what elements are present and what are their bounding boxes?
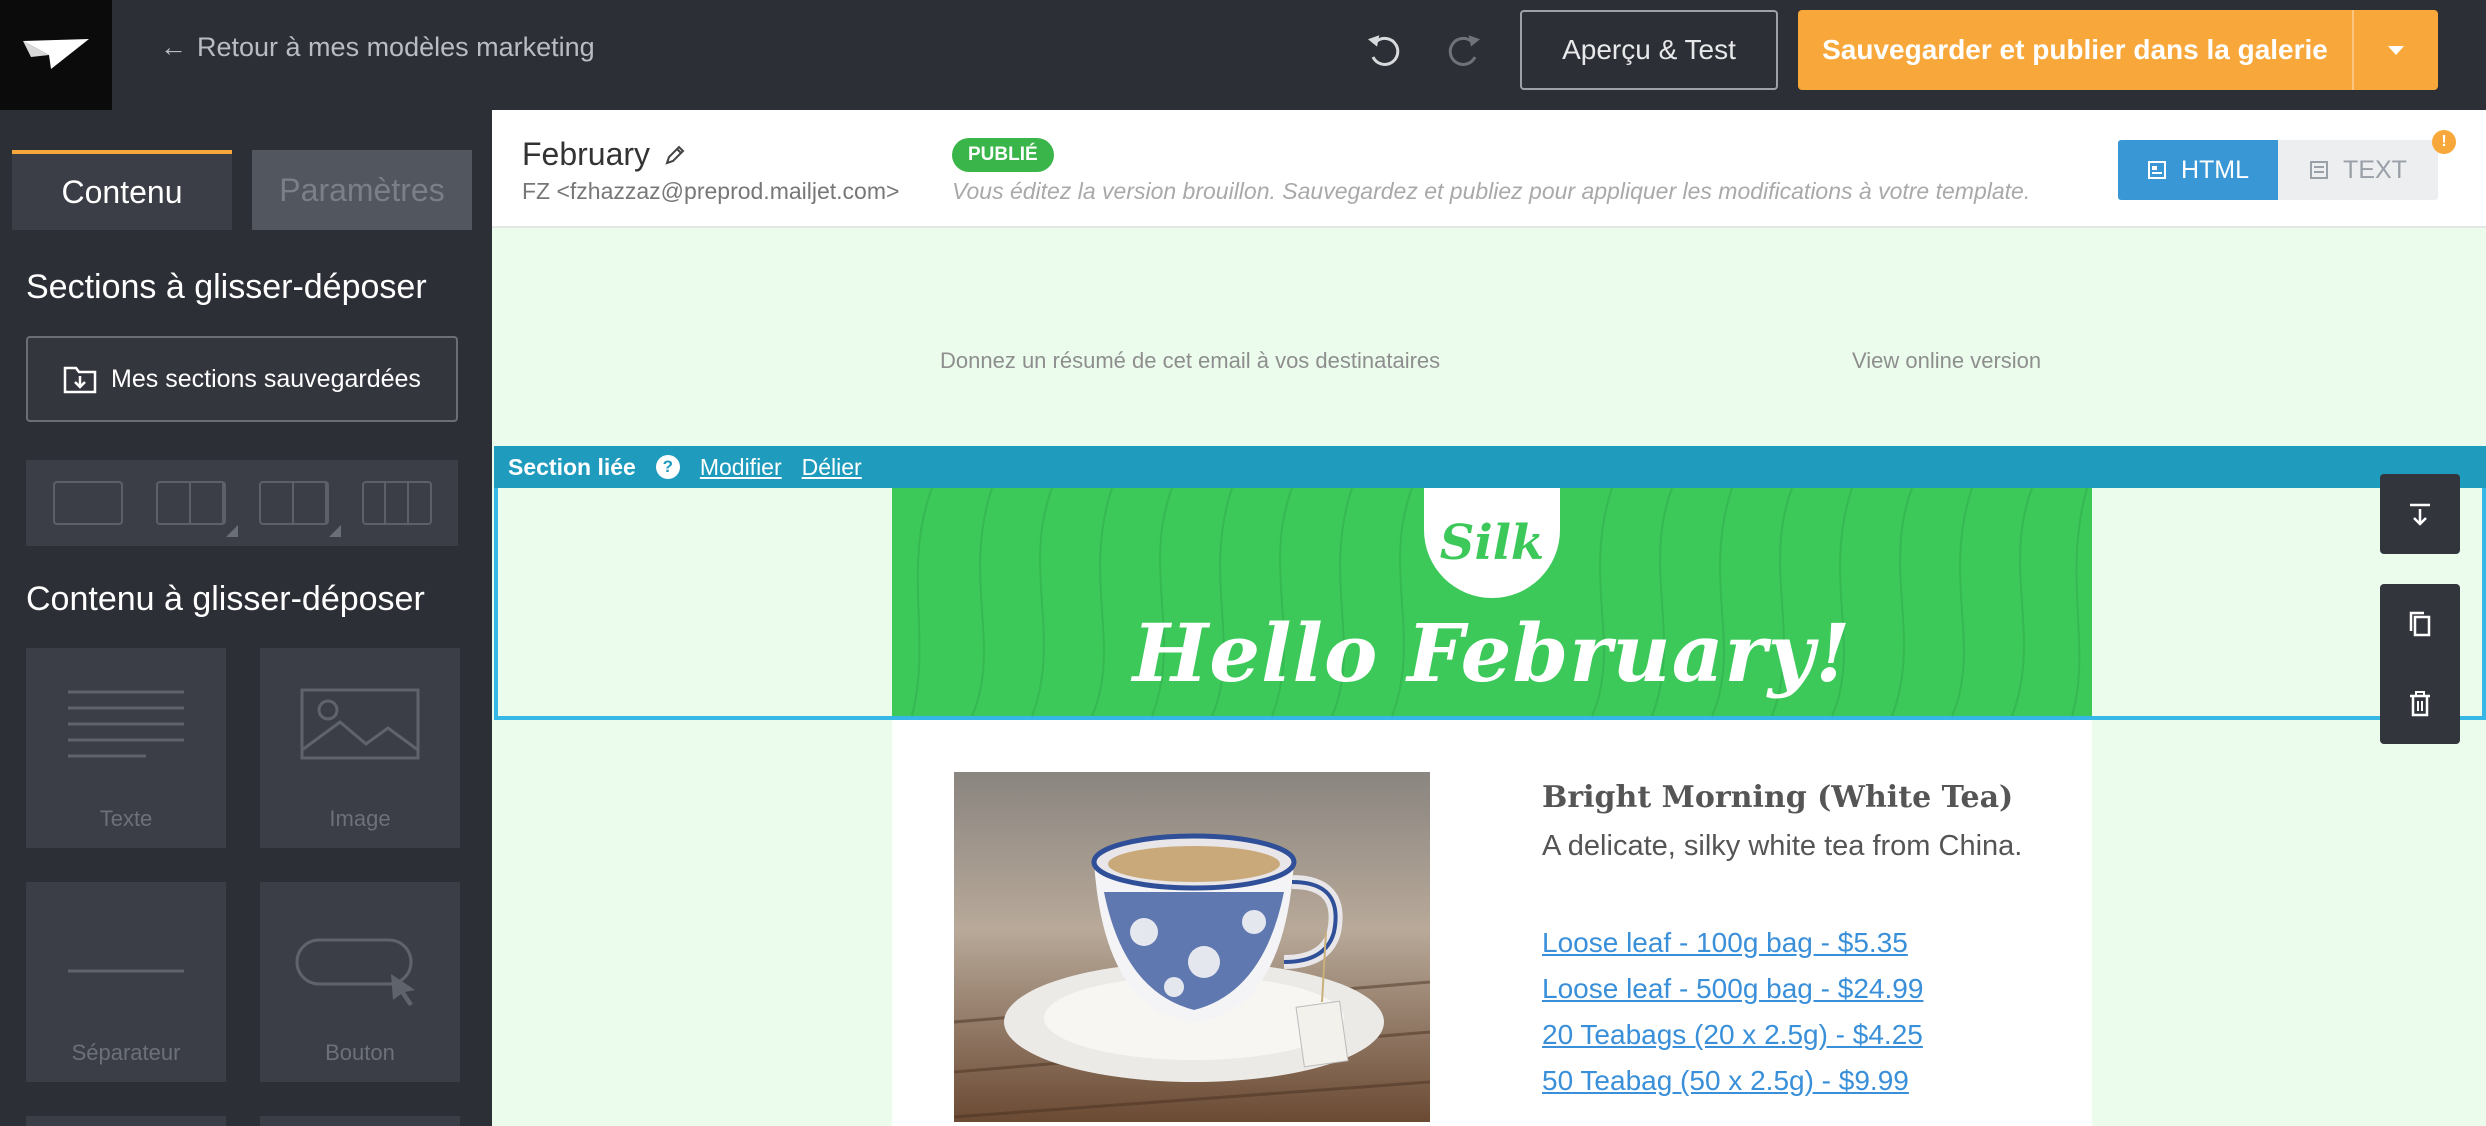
product-link[interactable]: 50 Teabag (50 x 2.5g) - $9.99 xyxy=(1542,1058,1923,1104)
format-html-button[interactable]: HTML xyxy=(2118,140,2278,200)
section-layouts xyxy=(26,460,458,546)
button-block-icon xyxy=(295,938,415,1006)
editor-header: February FZ <fzhazzaz@preprod.mailjet.co… xyxy=(492,110,2486,228)
layout-one-column[interactable] xyxy=(52,481,123,525)
button-block[interactable]: Bouton xyxy=(260,882,460,1082)
save-publish-button[interactable]: Sauvegarder et publier dans la galerie xyxy=(1798,10,2438,90)
image-block-icon xyxy=(300,688,420,760)
product-link[interactable]: Loose leaf - 100g bag - $5.35 xyxy=(1542,920,1923,966)
preview-test-button[interactable]: Aperçu & Test xyxy=(1520,10,1778,90)
text-block-label: Texte xyxy=(99,806,153,831)
sidebar: Contenu Paramètres Sections à glisser-dé… xyxy=(0,110,492,1126)
linked-section-bar: Section liée ? Modifier Délier xyxy=(494,446,2486,488)
product-description: A delicate, silky white tea from China. xyxy=(1542,830,2023,862)
html-doc-icon xyxy=(2147,161,2166,179)
divider-block-label: Séparateur xyxy=(71,1040,181,1065)
image-block-label: Image xyxy=(329,806,391,831)
saved-sections-label: Mes sections sauvegardées xyxy=(111,364,421,393)
format-text-label: TEXT xyxy=(2343,155,2407,184)
save-publish-label[interactable]: Sauvegarder et publier dans la galerie xyxy=(1798,10,2352,90)
pencil-icon[interactable] xyxy=(664,144,686,166)
undo-icon xyxy=(1367,35,1400,66)
redo-icon xyxy=(1448,35,1481,66)
image-block[interactable]: Image xyxy=(260,648,460,848)
divider-block-icon xyxy=(68,969,184,973)
format-text-button[interactable]: TEXT xyxy=(2278,140,2438,200)
linked-section-label: Section liée xyxy=(508,453,636,480)
delete-section-button[interactable] xyxy=(2380,664,2460,744)
format-html-label: HTML xyxy=(2180,155,2250,184)
subject-field[interactable]: February xyxy=(522,136,686,173)
divider-block[interactable]: Séparateur xyxy=(26,882,226,1082)
tea-cup-photo[interactable] xyxy=(954,772,1430,1122)
tab-contenu[interactable]: Contenu xyxy=(12,150,232,230)
edit-linked-section-link[interactable]: Modifier xyxy=(700,454,782,481)
view-online-link[interactable]: View online version xyxy=(1852,348,2041,374)
sender-text: FZ <fzhazzaz@preprod.mailjet.com> xyxy=(522,178,900,204)
content-heading: Contenu à glisser-déposer xyxy=(26,580,425,618)
unlink-section-link[interactable]: Délier xyxy=(802,454,862,481)
arrow-left-icon: ← xyxy=(160,32,187,62)
back-link-label: Retour à mes modèles marketing xyxy=(197,32,595,62)
subject-text: February xyxy=(522,136,651,172)
text-block[interactable]: Texte xyxy=(26,648,226,848)
linked-section-frame xyxy=(494,488,2486,720)
duplicate-section-button[interactable] xyxy=(2380,584,2460,664)
back-link[interactable]: ← Retour à mes modèles marketing xyxy=(160,32,595,63)
preheader-text[interactable]: Donnez un résumé de cet email à vos dest… xyxy=(940,348,1440,374)
section-actions xyxy=(2380,584,2460,744)
sidebar-block-partial[interactable] xyxy=(26,1116,226,1126)
save-section-button[interactable] xyxy=(2380,474,2460,554)
text-doc-icon xyxy=(2310,161,2329,179)
tea-cup-image xyxy=(954,772,1430,1122)
trash-icon xyxy=(2410,691,2430,717)
product-link[interactable]: Loose leaf - 500g bag - $24.99 xyxy=(1542,966,1923,1012)
caret-down-icon xyxy=(2388,46,2404,55)
layout-two-columns[interactable] xyxy=(155,481,238,537)
product-section[interactable]: Bright Morning (White Tea) A delicate, s… xyxy=(892,720,2092,1126)
product-links: Loose leaf - 100g bag - $5.35 Loose leaf… xyxy=(1542,920,1923,1104)
button-block-label: Bouton xyxy=(325,1040,395,1065)
paper-plane-icon xyxy=(23,39,89,69)
tab-parametres[interactable]: Paramètres xyxy=(252,150,472,230)
text-block-icon xyxy=(68,690,184,758)
email-canvas: Donnez un résumé de cet email à vos dest… xyxy=(492,228,2486,1126)
warning-icon[interactable]: ! xyxy=(2432,130,2456,154)
mailjet-logo[interactable] xyxy=(0,0,112,110)
folder-icon xyxy=(63,366,97,394)
product-link[interactable]: 20 Teabags (20 x 2.5g) - $4.25 xyxy=(1542,1012,1923,1058)
help-icon[interactable]: ? xyxy=(655,455,680,479)
draft-notice: Vous éditez la version brouillon. Sauveg… xyxy=(952,178,2031,204)
sections-heading: Sections à glisser-déposer xyxy=(26,268,427,306)
sidebar-block-partial[interactable] xyxy=(260,1116,460,1126)
product-title: Bright Morning (White Tea) xyxy=(1542,780,2014,815)
save-section-icon xyxy=(2410,503,2430,526)
undo-button[interactable] xyxy=(1360,26,1410,76)
saved-sections-button[interactable]: Mes sections sauvegardées xyxy=(26,336,458,422)
layout-two-columns-alt[interactable] xyxy=(258,481,341,537)
status-badge: PUBLIÉ xyxy=(952,138,1054,172)
layout-three-columns[interactable] xyxy=(361,481,432,525)
copy-icon xyxy=(2409,611,2431,637)
top-bar: ← Retour à mes modèles marketing Aperçu … xyxy=(0,0,2486,110)
redo-button[interactable] xyxy=(1438,26,1488,76)
publish-options-dropdown[interactable] xyxy=(2352,10,2438,90)
